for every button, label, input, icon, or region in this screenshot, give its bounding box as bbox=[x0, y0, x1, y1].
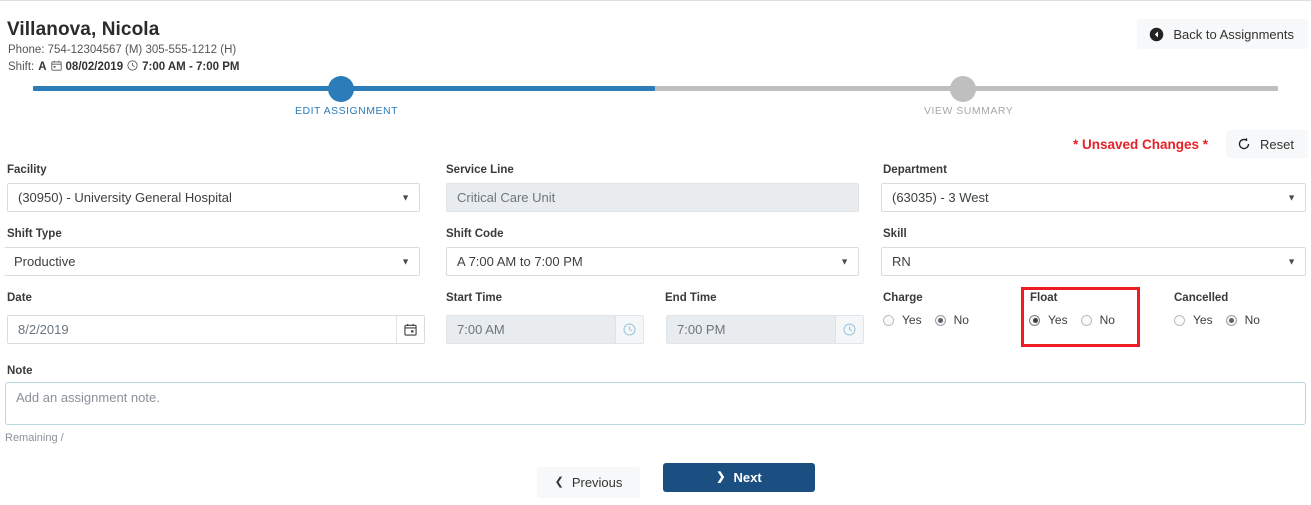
end-time-label: End Time bbox=[665, 292, 717, 304]
float-radio-no[interactable]: No bbox=[1081, 313, 1115, 327]
date-input-group[interactable]: 8/2/2019 bbox=[7, 315, 425, 344]
page-header: Villanova, Nicola Phone: 754-12304567 (M… bbox=[0, 2, 1311, 74]
calendar-icon bbox=[51, 60, 62, 74]
shift-time: 7:00 AM - 7:00 PM bbox=[142, 61, 239, 73]
chevron-down-icon: ▼ bbox=[840, 257, 849, 266]
radio-selected-icon bbox=[1226, 315, 1237, 326]
skill-value: RN bbox=[892, 254, 911, 269]
stepper-label-view-summary: VIEW SUMMARY bbox=[924, 105, 1013, 117]
note-label: Note bbox=[7, 365, 33, 377]
calendar-icon[interactable] bbox=[396, 316, 424, 343]
skill-select[interactable]: RN ▼ bbox=[881, 247, 1306, 276]
facility-select[interactable]: (30950) - University General Hospital ▼ bbox=[7, 183, 420, 212]
department-select[interactable]: (63035) - 3 West ▼ bbox=[881, 183, 1306, 212]
stepper-node-view-summary[interactable] bbox=[950, 76, 976, 102]
facility-label: Facility bbox=[7, 164, 47, 176]
radio-unselected-icon bbox=[1081, 315, 1092, 326]
end-time-value: 7:00 PM bbox=[667, 316, 835, 343]
unsaved-changes-badge: * Unsaved Changes * bbox=[1073, 137, 1208, 152]
cancelled-radio-yes[interactable]: Yes bbox=[1174, 313, 1213, 327]
shift-letter: A bbox=[38, 61, 46, 73]
clock-icon bbox=[615, 316, 643, 343]
float-label: Float bbox=[1030, 292, 1057, 304]
cancelled-label: Cancelled bbox=[1174, 292, 1228, 304]
cancelled-radio-no[interactable]: No bbox=[1226, 313, 1260, 327]
chevron-right-icon: ❯ bbox=[716, 472, 725, 483]
note-remaining-counter: Remaining / bbox=[5, 432, 64, 444]
chevron-down-icon: ▼ bbox=[1287, 257, 1296, 266]
float-option-no-label: No bbox=[1100, 313, 1115, 327]
reset-label: Reset bbox=[1260, 137, 1294, 152]
radio-selected-icon bbox=[935, 315, 946, 326]
previous-button[interactable]: ❮ Previous bbox=[537, 467, 640, 498]
shift-type-label: Shift Type bbox=[7, 228, 62, 240]
float-option-yes-label: Yes bbox=[1048, 313, 1068, 327]
facility-value: (30950) - University General Hospital bbox=[18, 190, 232, 205]
patient-shift-line: Shift: A 08/02/2019 7:00 AM - bbox=[8, 60, 239, 74]
cancelled-option-yes-label: Yes bbox=[1193, 313, 1213, 327]
previous-label: Previous bbox=[572, 475, 623, 490]
charge-label: Charge bbox=[883, 292, 923, 304]
cancelled-option-no-label: No bbox=[1245, 313, 1260, 327]
arrow-circle-left-icon bbox=[1149, 27, 1164, 42]
shift-prefix-label: Shift: bbox=[8, 61, 34, 73]
start-time-value: 7:00 AM bbox=[447, 316, 615, 343]
reset-button[interactable]: Reset bbox=[1226, 130, 1308, 158]
cancelled-radio-group: Yes No bbox=[1174, 313, 1273, 327]
progress-stepper: EDIT ASSIGNMENT VIEW SUMMARY bbox=[0, 79, 1311, 124]
chevron-down-icon: ▼ bbox=[1287, 193, 1296, 202]
charge-option-yes-label: Yes bbox=[902, 313, 922, 327]
radio-unselected-icon bbox=[1174, 315, 1185, 326]
shift-type-value: Productive bbox=[14, 254, 75, 269]
end-time-input-group: 7:00 PM bbox=[666, 315, 864, 344]
assignment-edit-page: Villanova, Nicola Phone: 754-12304567 (M… bbox=[0, 0, 1311, 505]
shift-code-select[interactable]: A 7:00 AM to 7:00 PM ▼ bbox=[446, 247, 859, 276]
back-to-assignments-label: Back to Assignments bbox=[1173, 27, 1294, 42]
department-value: (63035) - 3 West bbox=[892, 190, 989, 205]
service-line-value: Critical Care Unit bbox=[457, 190, 555, 205]
stepper-node-edit-assignment[interactable] bbox=[328, 76, 354, 102]
start-time-input-group: 7:00 AM bbox=[446, 315, 644, 344]
patient-phone-line: Phone: 754-12304567 (M) 305-555-1212 (H) bbox=[8, 44, 236, 56]
charge-radio-group: Yes No bbox=[883, 313, 982, 327]
stepper-label-edit-assignment: EDIT ASSIGNMENT bbox=[295, 105, 398, 117]
skill-label: Skill bbox=[883, 228, 907, 240]
date-value[interactable]: 8/2/2019 bbox=[8, 316, 396, 343]
chevron-down-icon: ▼ bbox=[401, 193, 410, 202]
next-button[interactable]: ❯ Next bbox=[663, 463, 815, 492]
charge-radio-yes[interactable]: Yes bbox=[883, 313, 922, 327]
shift-code-label: Shift Code bbox=[446, 228, 504, 240]
chevron-left-icon: ❮ bbox=[555, 477, 564, 488]
chevron-down-icon: ▼ bbox=[401, 257, 410, 266]
start-time-label: Start Time bbox=[446, 292, 502, 304]
date-label: Date bbox=[7, 292, 32, 304]
service-line-field: Critical Care Unit bbox=[446, 183, 859, 212]
service-line-label: Service Line bbox=[446, 164, 514, 176]
shift-type-select[interactable]: Productive ▼ bbox=[4, 247, 420, 276]
clock-icon bbox=[127, 60, 138, 74]
refresh-icon bbox=[1237, 137, 1251, 151]
department-label: Department bbox=[883, 164, 947, 176]
page-title: Villanova, Nicola bbox=[7, 19, 159, 41]
next-label: Next bbox=[734, 470, 762, 485]
shift-code-value: A 7:00 AM to 7:00 PM bbox=[457, 254, 583, 269]
note-textarea[interactable] bbox=[5, 382, 1306, 425]
radio-unselected-icon bbox=[883, 315, 894, 326]
back-to-assignments-button[interactable]: Back to Assignments bbox=[1137, 19, 1308, 49]
unsaved-changes-row: * Unsaved Changes * Reset bbox=[1073, 130, 1308, 158]
shift-date: 08/02/2019 bbox=[66, 61, 124, 73]
charge-radio-no[interactable]: No bbox=[935, 313, 969, 327]
float-radio-yes[interactable]: Yes bbox=[1029, 313, 1068, 327]
radio-selected-icon bbox=[1029, 315, 1040, 326]
clock-icon bbox=[835, 316, 863, 343]
charge-option-no-label: No bbox=[954, 313, 969, 327]
float-radio-group: Yes No bbox=[1029, 313, 1128, 327]
